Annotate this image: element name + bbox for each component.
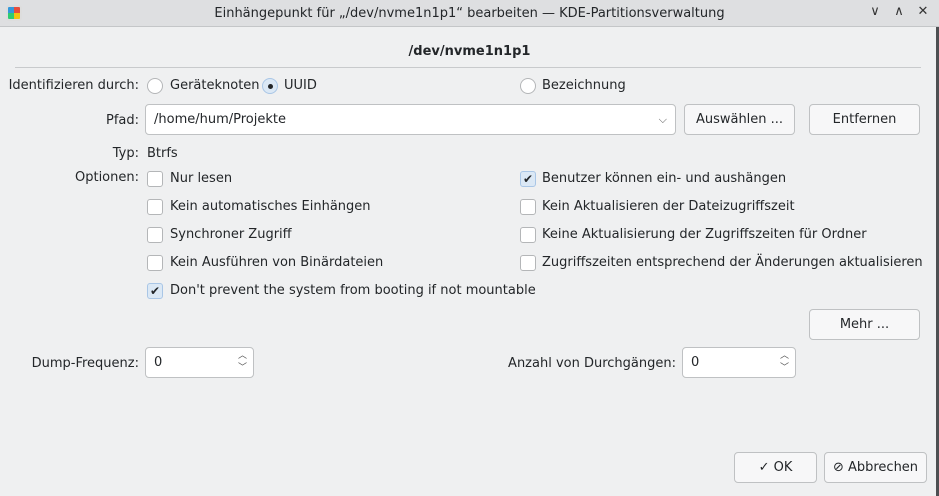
option-label[interactable]: Kein automatisches Einhängen — [170, 199, 371, 214]
radio-uuid-label[interactable]: UUID — [284, 78, 317, 93]
checkbox-nodiratime[interactable] — [520, 227, 536, 243]
passes-spinbox[interactable]: 0 ︿ ﹀ — [682, 347, 796, 378]
type-value: Btrfs — [147, 146, 178, 161]
path-label: Pfad: — [105, 113, 139, 128]
checkbox-noexec[interactable] — [147, 255, 163, 271]
divider — [15, 67, 921, 68]
option-label[interactable]: Synchroner Zugriff — [170, 227, 292, 242]
minimize-button[interactable]: ∨ — [866, 4, 884, 22]
ok-label: OK — [773, 460, 793, 475]
option-label[interactable]: Benutzer können ein- und aushängen — [542, 171, 786, 186]
spin-arrows-icon[interactable]: ︿ ﹀ — [780, 350, 789, 374]
cancel-icon: ⊘ — [832, 460, 848, 475]
checkbox-nofail[interactable]: ✔ — [147, 283, 163, 299]
option-label[interactable]: Kein Ausführen von Binärdateien — [170, 255, 383, 270]
radio-label-label[interactable]: Bezeichnung — [542, 78, 626, 93]
check-icon: ✓ — [758, 460, 774, 475]
ok-button[interactable]: ✓ OK — [734, 452, 817, 483]
option-label[interactable]: Nur lesen — [170, 171, 232, 186]
path-combobox[interactable]: /home/hum/Projekte ⌵ — [145, 104, 676, 135]
dump-value: 0 — [154, 355, 163, 370]
radio-label[interactable] — [520, 78, 536, 94]
window-title: Einhängepunkt für „/dev/nvme1n1p1“ bearb… — [214, 6, 725, 21]
options-label: Optionen: — [74, 170, 139, 185]
path-value: /home/hum/Projekte — [154, 112, 286, 127]
radio-uuid[interactable] — [262, 78, 278, 94]
radio-device-node-label[interactable]: Geräteknoten — [170, 78, 260, 93]
passes-value: 0 — [691, 355, 700, 370]
checkbox-read-only[interactable] — [147, 171, 163, 187]
more-button[interactable]: Mehr ... — [809, 309, 920, 340]
chevron-down-icon: ⌵ — [658, 113, 667, 126]
checkbox-user-mount[interactable]: ✔ — [520, 171, 536, 187]
remove-button[interactable]: Entfernen — [809, 104, 920, 135]
close-button[interactable]: ✕ — [914, 4, 932, 22]
title-bar: Einhängepunkt für „/dev/nvme1n1p1“ bearb… — [0, 0, 939, 27]
checkbox-noatime[interactable] — [520, 199, 536, 215]
checkbox-relatime[interactable] — [520, 255, 536, 271]
option-label[interactable]: Kein Aktualisieren der Dateizugriffszeit — [542, 199, 795, 214]
passes-label: Anzahl von Durchgängen: — [508, 356, 676, 371]
cancel-label: Abbrechen — [847, 460, 919, 475]
checkbox-noauto[interactable] — [147, 199, 163, 215]
cancel-button[interactable]: ⊘ Abbrechen — [824, 452, 927, 483]
dump-spinbox[interactable]: 0 ︿ ﹀ — [145, 347, 254, 378]
choose-button[interactable]: Auswählen ... — [684, 104, 795, 135]
option-label[interactable]: Zugriffszeiten entsprechend der Änderung… — [542, 255, 923, 270]
checkbox-sync[interactable] — [147, 227, 163, 243]
identify-label: Identifizieren durch: — [8, 78, 139, 93]
type-label: Typ: — [112, 146, 139, 161]
option-label[interactable]: Don't prevent the system from booting if… — [170, 283, 536, 298]
dump-label: Dump-Frequenz: — [31, 356, 139, 371]
maximize-button[interactable]: ∧ — [890, 4, 908, 22]
spin-arrows-icon[interactable]: ︿ ﹀ — [238, 350, 247, 374]
radio-device-node[interactable] — [147, 78, 163, 94]
device-heading: /dev/nvme1n1p1 — [408, 44, 531, 59]
option-label[interactable]: Keine Aktualisierung der Zugriffszeiten … — [542, 227, 867, 242]
